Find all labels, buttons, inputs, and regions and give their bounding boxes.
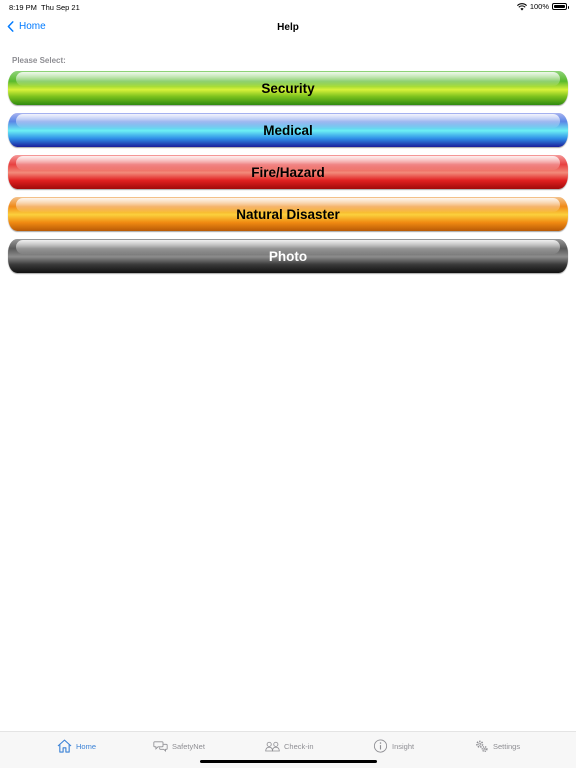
status-indicators: 100% xyxy=(516,2,569,11)
tab-home-label: Home xyxy=(76,741,97,751)
tab-insight[interactable]: Insight xyxy=(373,739,414,753)
page-title: Help xyxy=(277,22,299,33)
tab-settings[interactable]: Settings xyxy=(474,739,520,753)
status-time: 8:19 PM xyxy=(9,3,37,12)
wifi-icon xyxy=(516,2,527,10)
chat-bubbles-icon xyxy=(153,741,168,753)
medical-button-label: Medical xyxy=(263,122,313,138)
select-prompt: Please Select: xyxy=(12,56,66,65)
info-icon xyxy=(373,739,388,753)
home-indicator xyxy=(200,760,377,763)
photo-button[interactable]: Photo xyxy=(8,239,568,273)
tab-safetynet[interactable]: SafetyNet xyxy=(153,739,205,753)
medical-button[interactable]: Medical xyxy=(8,113,568,147)
fire-hazard-button-label: Fire/Hazard xyxy=(251,164,325,180)
help-category-list: Security Medical Fire/Hazard Natural Dis… xyxy=(8,71,568,281)
photo-button-label: Photo xyxy=(268,248,308,264)
tab-checkin-label: Check-in xyxy=(284,741,314,751)
gears-icon xyxy=(476,740,488,753)
natural-disaster-button-label: Natural Disaster xyxy=(236,206,340,222)
status-bar: 8:19 PM Thu Sep 21 100% xyxy=(0,0,576,14)
tab-settings-label: Settings xyxy=(493,741,521,751)
security-button[interactable]: Security xyxy=(8,71,568,105)
house-icon xyxy=(57,739,72,753)
tab-insight-label: Insight xyxy=(392,741,415,751)
tab-bar: Home SafetyNet Check-in Insight Settings xyxy=(0,731,576,768)
security-button-label: Security xyxy=(261,80,315,96)
natural-disaster-button[interactable]: Natural Disaster xyxy=(8,197,568,231)
battery-percent: 100% xyxy=(529,2,549,11)
tab-safetynet-label: SafetyNet xyxy=(172,741,205,751)
people-icon xyxy=(265,741,280,752)
battery-icon xyxy=(552,3,569,10)
navigation-bar: Home Help xyxy=(0,14,576,44)
tab-home[interactable]: Home xyxy=(57,739,96,753)
fire-hazard-button[interactable]: Fire/Hazard xyxy=(8,155,568,189)
status-date: Thu Sep 21 xyxy=(41,3,80,12)
tab-checkin[interactable]: Check-in xyxy=(265,739,314,753)
